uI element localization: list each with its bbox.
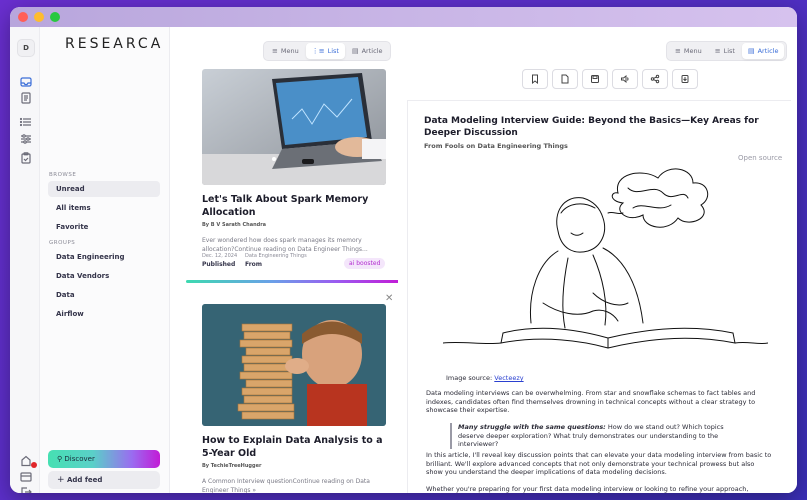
list-item-spark[interactable]: Let's Talk About Spark Memory Allocation… bbox=[202, 193, 392, 254]
list-item-description: A Common Interview questionContinue read… bbox=[202, 478, 370, 493]
logout-icon[interactable] bbox=[19, 484, 33, 493]
file-button[interactable] bbox=[552, 69, 578, 89]
sidebar-item-airflow[interactable]: Airflow bbox=[48, 306, 160, 322]
view-menu-button[interactable]: ≡ Menu bbox=[669, 43, 708, 59]
view-switch-article-pane: ≡ Menu ≡ List ▤ Article bbox=[666, 41, 788, 61]
article-illustration bbox=[442, 163, 769, 363]
menu-icon: ≡ bbox=[272, 47, 278, 55]
add-feed-label: Add feed bbox=[66, 476, 103, 484]
list-item-title: Let's Talk About Spark Memory Allocation bbox=[202, 194, 369, 218]
quote-bold: Many struggle with the same questions: bbox=[458, 423, 606, 431]
article-title: Data Modeling Interview Guide: Beyond th… bbox=[424, 116, 759, 138]
list-item-author: By TechieTreeHugger bbox=[202, 463, 262, 469]
notification-dot bbox=[31, 462, 37, 468]
speaker-button[interactable] bbox=[612, 69, 638, 89]
view-list-button[interactable]: ⋮≡ List bbox=[305, 43, 345, 59]
list-icon: ⋮≡ bbox=[311, 47, 325, 55]
list-item-data-analysis[interactable]: How to Explain Data Analysis to a 5-Year… bbox=[202, 434, 392, 493]
app-logo: RESEARCA bbox=[65, 36, 164, 52]
selected-indicator bbox=[186, 280, 398, 283]
laptop-thumbnail[interactable] bbox=[202, 69, 386, 185]
view-menu-label: Menu bbox=[683, 47, 702, 55]
article-paragraph-2: In this article, I'll reveal key discuss… bbox=[426, 451, 772, 476]
bookmark-button[interactable] bbox=[522, 69, 548, 89]
share-icon bbox=[650, 74, 660, 84]
plus-icon: + bbox=[57, 475, 65, 485]
open-source-link[interactable]: Open source bbox=[738, 154, 782, 162]
sidebar-item-data-vendors[interactable]: Data Vendors bbox=[48, 268, 160, 284]
article-list: ≡ Menu ⋮≡ List ▤ Article Let's Talk Abou… bbox=[170, 27, 398, 493]
sidebar-item-favorite[interactable]: Favorite bbox=[48, 219, 160, 235]
app-window: D RESEARCA BROWSE Unread All items Favor… bbox=[10, 7, 797, 493]
maximize-window-button[interactable] bbox=[50, 12, 60, 22]
file-icon bbox=[561, 74, 569, 84]
layout-icon[interactable] bbox=[19, 469, 33, 483]
view-menu-label: Menu bbox=[280, 47, 299, 55]
view-article-label: Article bbox=[361, 47, 383, 55]
image-source-label: Image source: bbox=[446, 374, 493, 382]
list-item-author: By B V Sarath Chandra bbox=[202, 222, 267, 228]
list-item-title: How to Explain Data Analysis to a 5-Year… bbox=[202, 435, 383, 459]
close-window-button[interactable] bbox=[18, 12, 28, 22]
view-list-label: List bbox=[723, 47, 735, 55]
clipboard-icon[interactable] bbox=[19, 150, 33, 164]
view-list-button[interactable]: ≡ List bbox=[709, 43, 741, 59]
menu-icon: ≡ bbox=[675, 47, 681, 55]
view-article-label: Article bbox=[757, 47, 779, 55]
view-list-label: List bbox=[327, 47, 339, 55]
save-button[interactable] bbox=[582, 69, 608, 89]
article-content: Data Modeling Interview Guide: Beyond th… bbox=[407, 100, 791, 493]
image-source: Image source: Vecteezy bbox=[446, 374, 524, 382]
download-icon bbox=[681, 75, 689, 83]
avatar[interactable]: D bbox=[17, 39, 35, 57]
list-item-feed: Data Engineering Things bbox=[245, 253, 307, 259]
icon-rail: D bbox=[10, 27, 40, 493]
minimize-window-button[interactable] bbox=[34, 12, 44, 22]
search-icon: ⚲ bbox=[57, 455, 63, 463]
article-icon: ▤ bbox=[747, 47, 755, 55]
article-quote: Many struggle with the same questions: H… bbox=[450, 423, 750, 449]
sidebar: RESEARCA BROWSE Unread All items Favorit… bbox=[40, 27, 170, 493]
save-icon bbox=[591, 75, 599, 83]
article-source: From Fools on Data Engineering Things bbox=[424, 142, 568, 150]
sliders-icon[interactable] bbox=[19, 131, 33, 145]
sidebar-item-data[interactable]: Data bbox=[48, 287, 160, 303]
bookmark-icon bbox=[532, 74, 538, 84]
jenga-thumbnail[interactable] bbox=[202, 304, 386, 426]
discover-button[interactable]: ⚲ Discover bbox=[48, 450, 160, 468]
speaker-icon bbox=[621, 74, 629, 84]
list-item-from: From bbox=[245, 261, 263, 268]
ai-boosted-badge: ai boosted bbox=[344, 258, 386, 269]
close-icon[interactable]: ✕ bbox=[385, 293, 393, 304]
article-paragraph-3: Whether you're preparing for your first … bbox=[426, 485, 749, 493]
inbox-icon[interactable] bbox=[19, 74, 33, 88]
discover-label: Discover bbox=[64, 455, 95, 463]
view-menu-button[interactable]: ≡ Menu bbox=[266, 43, 305, 59]
sidebar-item-unread[interactable]: Unread bbox=[48, 181, 160, 197]
article-pane: ≡ Menu ≡ List ▤ Article Data Modeling Inter… bbox=[398, 27, 797, 493]
title-bar bbox=[10, 7, 797, 27]
article-icon: ▤ bbox=[351, 47, 359, 55]
list-icon: ≡ bbox=[714, 47, 721, 55]
list-item-description: Ever wondered how does spark manages its… bbox=[202, 237, 368, 253]
view-article-button[interactable]: ▤ Article bbox=[741, 43, 785, 59]
list-icon[interactable] bbox=[19, 114, 33, 128]
browse-section-label: BROWSE bbox=[49, 172, 77, 178]
groups-section-label: GROUPS bbox=[49, 240, 76, 246]
sidebar-item-all-items[interactable]: All items bbox=[48, 200, 160, 216]
add-feed-button[interactable]: + Add feed bbox=[48, 471, 160, 489]
list-item-status: Published bbox=[202, 261, 236, 268]
view-switch-list-pane: ≡ Menu ⋮≡ List ▤ Article bbox=[263, 41, 392, 61]
view-article-button[interactable]: ▤ Article bbox=[346, 43, 388, 59]
sidebar-item-data-engineering[interactable]: Data Engineering bbox=[48, 249, 160, 265]
image-source-link[interactable]: Vecteezy bbox=[494, 374, 523, 382]
share-button[interactable] bbox=[642, 69, 668, 89]
document-icon[interactable] bbox=[19, 90, 33, 104]
article-paragraph-1: Data modeling interviews can be overwhel… bbox=[426, 389, 756, 414]
download-button[interactable] bbox=[672, 69, 698, 89]
list-item-date: Dec. 12, 2024 bbox=[202, 253, 238, 259]
